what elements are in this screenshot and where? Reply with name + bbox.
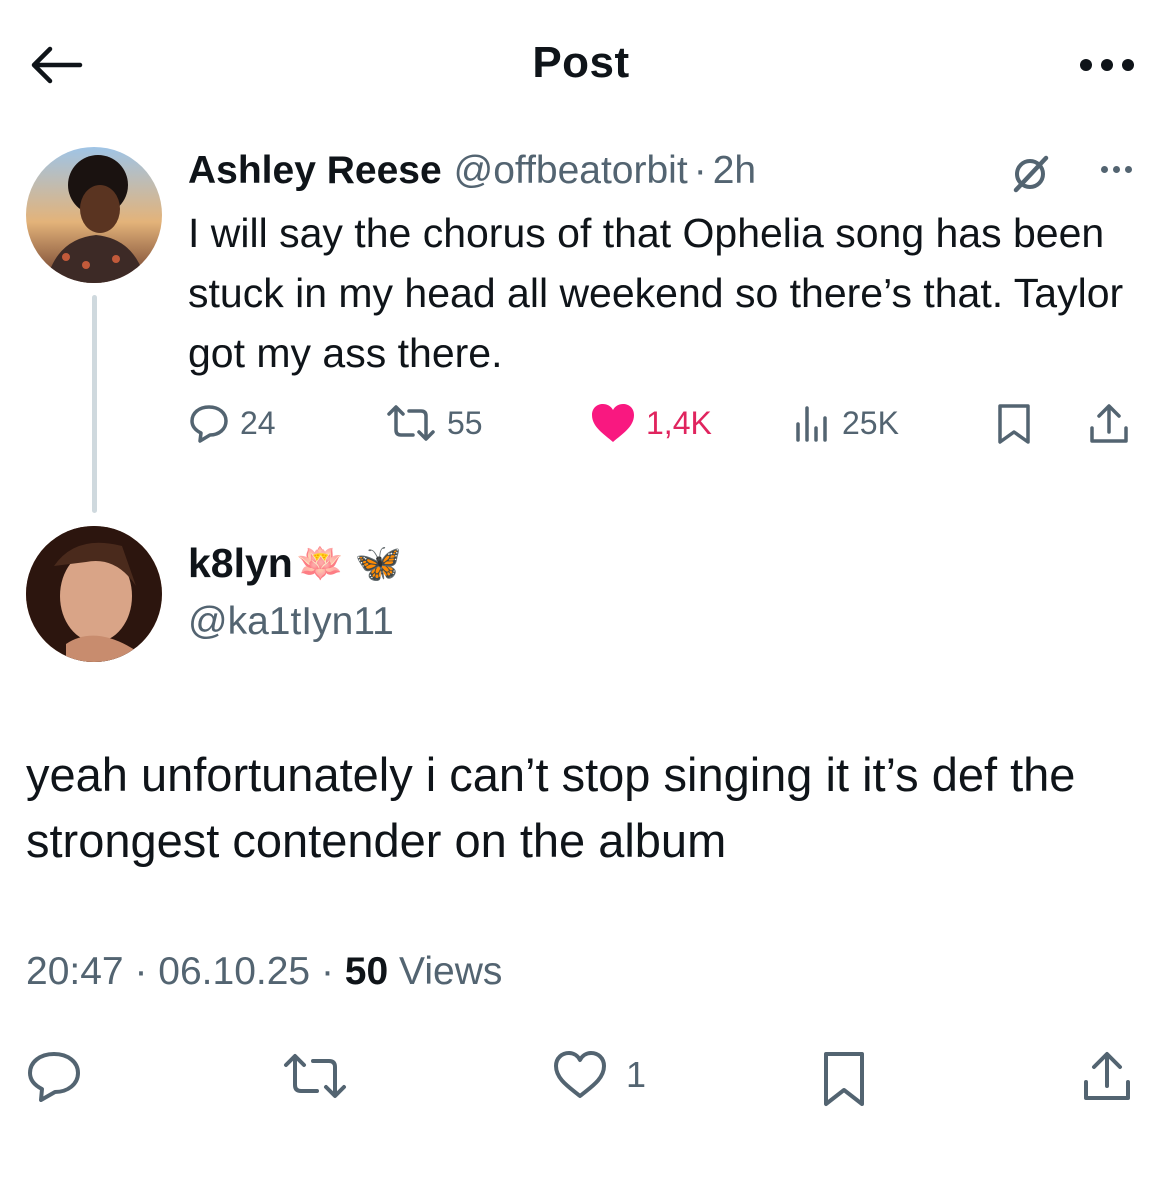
- views-count: 50: [344, 950, 389, 993]
- separator: ·: [134, 950, 148, 993]
- separator: ·: [320, 950, 334, 993]
- views-count: 25K: [842, 404, 899, 441]
- bookmark-button[interactable]: [820, 1050, 868, 1113]
- heart-icon: [592, 404, 634, 442]
- reply-author-handle[interactable]: @ka1tIyn11: [188, 600, 394, 644]
- more-icon: [1101, 166, 1132, 173]
- thread-connector: [92, 295, 97, 513]
- retweet-icon: [387, 405, 435, 441]
- reply-button[interactable]: [26, 1050, 82, 1107]
- tweet-header: Ashley Reese @offbeatorbit · 2h: [188, 146, 1132, 196]
- reply-author-name[interactable]: k8lyn 🪷 🦋: [188, 540, 402, 587]
- bookmark-icon: [998, 404, 1030, 444]
- reply-text: yeah unfortunately i can’t stop singing …: [26, 748, 1076, 867]
- avatar-k8lyn[interactable]: [26, 526, 162, 662]
- bookmark-button[interactable]: [995, 402, 1033, 446]
- avatar-ashley[interactable]: [26, 147, 162, 283]
- separator: ·: [693, 149, 707, 192]
- like-count: 1,4K: [646, 404, 712, 441]
- reply-icon: [190, 405, 228, 443]
- tweet-more-button[interactable]: [1101, 166, 1132, 173]
- author-name[interactable]: Ashley Reese: [188, 149, 442, 193]
- reply-count: 24: [240, 404, 276, 441]
- author-handle[interactable]: @offbeatorbit: [454, 149, 688, 193]
- retweet-count: 55: [447, 404, 483, 441]
- grok-button[interactable]: [1008, 152, 1052, 206]
- name-emoji: 🪷 🦋: [296, 542, 403, 585]
- post-date[interactable]: 06.10.25: [158, 950, 310, 993]
- heart-icon: [554, 1051, 606, 1098]
- tweet-text: I will say the chorus of that Ophelia so…: [188, 210, 1124, 376]
- views-icon: [796, 406, 827, 442]
- more-options-button[interactable]: [1054, 50, 1134, 80]
- retweet-button[interactable]: 55: [385, 402, 483, 444]
- like-button[interactable]: 1,4K: [590, 402, 712, 444]
- more-icon: [1080, 59, 1134, 71]
- views-button[interactable]: 25K: [792, 402, 899, 444]
- grok-icon: [1013, 155, 1049, 193]
- reply-button[interactable]: 24: [188, 402, 276, 444]
- reply-author-name-text: k8lyn: [188, 540, 293, 586]
- like-button[interactable]: 1: [552, 1050, 646, 1100]
- post-meta: 20:47 · 06.10.25 · 50 Views: [26, 950, 502, 994]
- retweet-button[interactable]: [282, 1050, 348, 1107]
- page-title: Post: [532, 38, 630, 87]
- share-icon: [1090, 404, 1128, 443]
- views-label: Views: [399, 950, 503, 993]
- share-button[interactable]: [1080, 1050, 1134, 1109]
- post-time[interactable]: 20:47: [26, 950, 124, 993]
- retweet-icon: [284, 1054, 346, 1098]
- timestamp[interactable]: 2h: [713, 149, 756, 193]
- bookmark-icon: [824, 1052, 864, 1106]
- share-icon: [1084, 1052, 1130, 1100]
- avatar-image: [26, 526, 162, 662]
- avatar-image: [46, 155, 146, 283]
- share-button[interactable]: [1087, 402, 1131, 446]
- like-count: 1: [626, 1054, 647, 1095]
- reply-icon: [28, 1052, 80, 1102]
